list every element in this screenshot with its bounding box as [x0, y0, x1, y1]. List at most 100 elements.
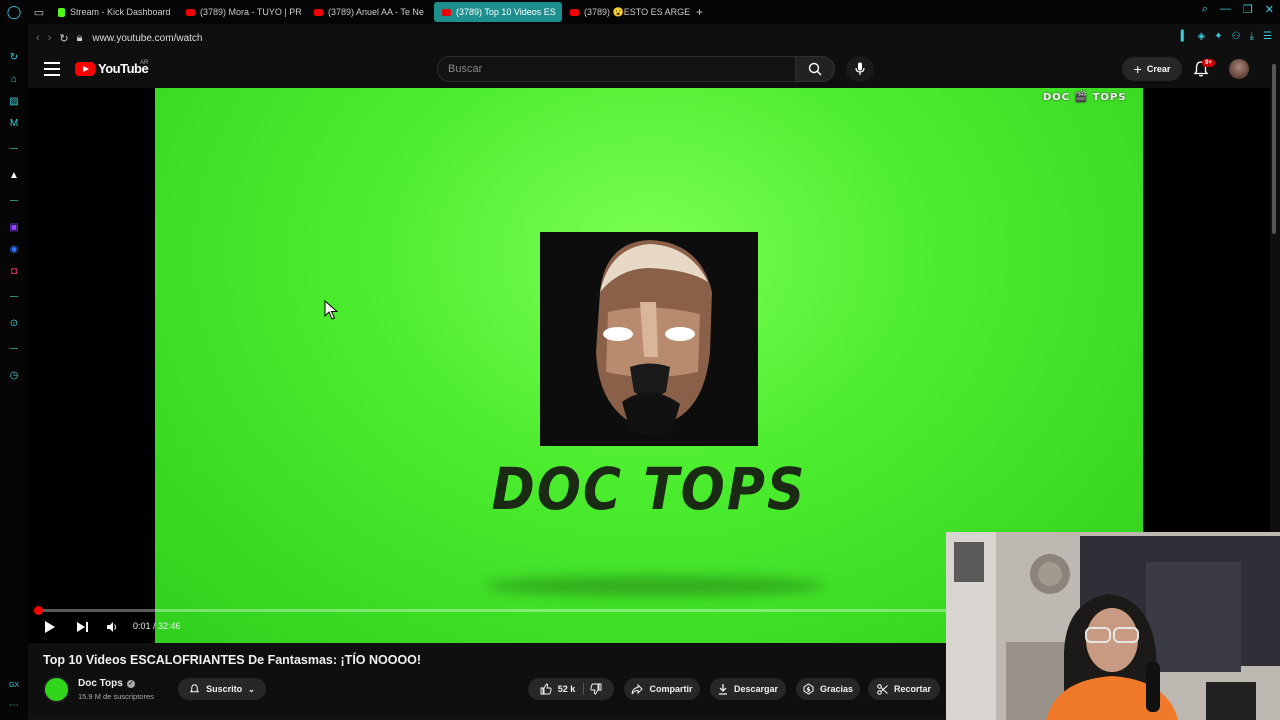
thumbs-down-icon: [590, 683, 602, 695]
puzzle-icon[interactable]: ✦: [1214, 31, 1222, 42]
wallet-icon[interactable]: ▨: [8, 96, 20, 108]
url-field[interactable]: www.youtube.com/watch: [92, 33, 202, 44]
country-code: AR: [140, 60, 149, 66]
reload-icon[interactable]: ↻: [59, 32, 68, 45]
video-title: Top 10 Videos ESCALOFRIANTES De Fantasma…: [43, 653, 422, 667]
browser-tab-anuel[interactable]: (3789) Anuel AA - Te Ne: [306, 2, 434, 22]
user-avatar[interactable]: [1229, 59, 1249, 79]
window-controls: ⌕ — ❐ ✕: [1202, 3, 1274, 16]
notifications-badge: 9+: [1202, 59, 1215, 67]
streamer-webcam-overlay: [946, 532, 1280, 720]
play-icon: [45, 621, 55, 633]
twitch-icon[interactable]: ▣: [8, 222, 20, 234]
tab-title: Stream - Kick Dashboard: [70, 7, 171, 17]
player-icon[interactable]: ⊙: [8, 318, 20, 330]
next-button[interactable]: [74, 619, 90, 635]
voice-search-button[interactable]: [846, 56, 874, 82]
progress-bar[interactable]: [36, 609, 946, 612]
youtube-logo[interactable]: YouTube: [75, 61, 149, 76]
search-button[interactable]: [795, 56, 835, 82]
channel-name-row[interactable]: Doc Tops ✓: [78, 678, 135, 689]
thumbs-up-icon: [540, 683, 552, 695]
channel-avatar[interactable]: [43, 676, 70, 703]
download-label: Descargar: [733, 684, 779, 694]
close-icon[interactable]: ✕: [1265, 3, 1274, 16]
address-bar: ‹ › ↻ 🔒︎ www.youtube.com/watch ▍ ◈ ✦ ⚇ ⤓…: [28, 26, 1280, 50]
progress-scrubber[interactable]: [34, 606, 43, 615]
browser-menu-icon[interactable]: ☰: [1263, 31, 1272, 42]
microphone-icon: [855, 62, 865, 75]
logo-shadow: [485, 576, 825, 596]
dislike-button[interactable]: [590, 683, 602, 695]
download-icon: [718, 684, 727, 695]
subscriber-count: 15.9 M de suscriptores: [78, 692, 154, 701]
tab-title: (3789) 😮ESTO ES ARGE: [584, 6, 690, 17]
gx-corner-icon[interactable]: GX: [8, 680, 20, 692]
search-input[interactable]: [448, 63, 795, 75]
youtube-icon: [442, 8, 451, 16]
browser-tab-kick[interactable]: Stream - Kick Dashboard: [50, 2, 178, 22]
clip-button[interactable]: Recortar: [868, 678, 940, 700]
plus-icon: +: [1133, 61, 1142, 77]
chevron-down-icon: ⌄: [248, 684, 255, 694]
sidebar-divider: [10, 348, 18, 349]
forward-icon[interactable]: ›: [48, 32, 52, 44]
tab-title: (3789) Top 10 Videos ES: [456, 7, 556, 17]
sidebar-toggle-icon[interactable]: ▍: [1181, 31, 1189, 42]
m-app-icon[interactable]: M: [8, 118, 20, 130]
back-icon[interactable]: ‹: [36, 32, 40, 44]
share-icon: [632, 683, 644, 694]
hamburger-menu-icon[interactable]: [44, 62, 60, 76]
browser-logo-icon[interactable]: ◯: [0, 0, 28, 24]
more-icon[interactable]: ⋯: [8, 700, 20, 712]
tab-manager-icon[interactable]: ▭: [28, 0, 50, 24]
create-button[interactable]: + Crear: [1122, 57, 1182, 81]
lock-icon: 🔒︎: [76, 31, 83, 44]
new-tab-button[interactable]: +: [696, 5, 703, 19]
channel-watermark: DOC 🎬 TOPS: [1043, 92, 1127, 103]
instagram-icon[interactable]: ◘: [8, 266, 20, 278]
kick-icon: [58, 7, 65, 17]
browser-tab-mora[interactable]: (3789) Mora - TUYO | PR: [178, 2, 306, 22]
speed-dial-icon[interactable]: ↻: [8, 52, 20, 64]
scissors-icon: [877, 683, 888, 695]
download-button[interactable]: Descargar: [710, 678, 786, 700]
sidebar-divider: [10, 200, 18, 201]
play-button[interactable]: [42, 619, 58, 635]
channel-name[interactable]: Doc Tops: [78, 678, 123, 689]
minimize-icon[interactable]: —: [1220, 3, 1231, 16]
extension-icon[interactable]: ◈: [1198, 31, 1206, 42]
channel-logo-face-image: [540, 232, 758, 446]
thanks-label: Gracias: [819, 684, 854, 694]
download-icon[interactable]: ⤓: [1250, 31, 1254, 42]
sidebar-divider: [10, 296, 18, 297]
svg-text:$: $: [806, 687, 810, 694]
scrollbar-thumb[interactable]: [1272, 64, 1276, 234]
thanks-button[interactable]: $ Gracias: [796, 678, 860, 700]
like-button[interactable]: 52 k: [540, 683, 585, 695]
profile-icon[interactable]: ⚇: [1232, 31, 1241, 42]
subscribed-button[interactable]: Suscrito ⌄: [178, 678, 266, 700]
messenger-icon[interactable]: ◉: [8, 244, 20, 256]
super-thanks-icon: $: [803, 683, 814, 695]
share-label: Compartir: [649, 684, 693, 694]
skip-next-icon: [76, 622, 88, 632]
maximize-icon[interactable]: ❐: [1243, 3, 1253, 16]
history-icon[interactable]: ◷: [8, 370, 20, 382]
youtube-icon: [570, 8, 579, 16]
browser-tab-argentina[interactable]: (3789) 😮ESTO ES ARGE: [562, 2, 690, 22]
search-box: [437, 56, 796, 82]
time-display: 0:01 / 32:46: [133, 621, 181, 631]
youtube-icon: [186, 8, 195, 16]
browser-sidebar: ↻ ⌂ ▨ M ▲ ▣ ◉ ◘ ⊙ ◷ GX ⋯: [0, 24, 28, 720]
feather-icon[interactable]: ▲: [8, 170, 20, 182]
browser-search-icon[interactable]: ⌕: [1202, 3, 1208, 16]
share-button[interactable]: Compartir: [624, 678, 700, 700]
volume-button[interactable]: [104, 619, 120, 635]
browser-tab-bar: ◯ ▭ Stream - Kick Dashboard (3789) Mora …: [0, 0, 1280, 24]
shop-icon[interactable]: ⌂: [8, 74, 20, 86]
tab-title: (3789) Mora - TUYO | PR: [200, 7, 302, 17]
browser-tab-top10-active[interactable]: (3789) Top 10 Videos ES: [434, 2, 562, 22]
page-scrollbar[interactable]: [1271, 56, 1277, 236]
search-icon: [808, 62, 822, 76]
